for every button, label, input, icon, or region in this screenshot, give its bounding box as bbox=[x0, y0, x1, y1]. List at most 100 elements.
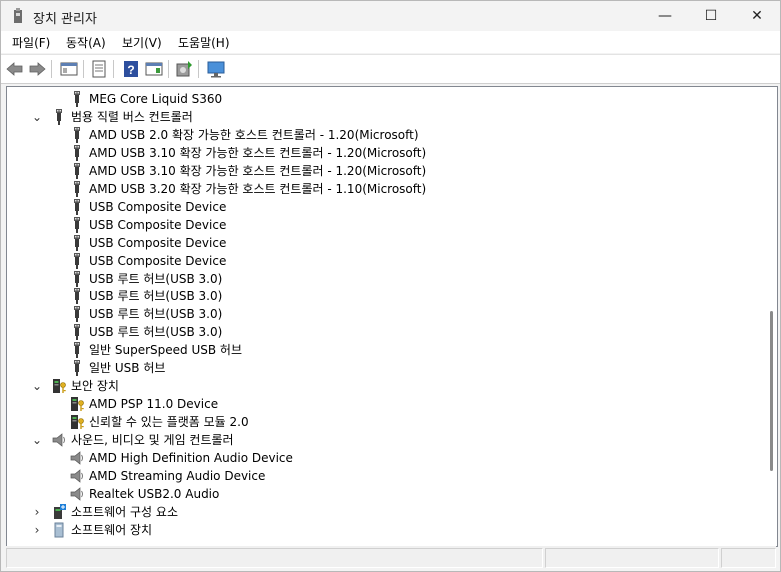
maximize-button[interactable]: ☐ bbox=[688, 1, 734, 31]
menu-action[interactable]: 동작(A) bbox=[66, 34, 106, 51]
menu-file[interactable]: 파일(F) bbox=[12, 34, 50, 51]
toolbar-separator bbox=[198, 60, 199, 78]
usb-icon bbox=[69, 360, 85, 377]
usb-icon bbox=[69, 144, 85, 161]
tree-item-label: 범용 직렬 버스 컨트롤러 bbox=[71, 109, 193, 124]
tree-item-label: USB 루트 허브(USB 3.0) bbox=[89, 289, 223, 304]
scrollbar-thumb[interactable] bbox=[770, 311, 773, 471]
software-device-icon bbox=[51, 522, 67, 538]
tree-item-label: USB Composite Device bbox=[89, 235, 227, 250]
tree-item-label: 소프트웨어 장치 bbox=[71, 522, 153, 537]
tree-item-label: 소프트웨어 구성 요소 bbox=[71, 504, 178, 519]
usb-icon bbox=[69, 234, 85, 251]
tree-item-label: AMD PSP 11.0 Device bbox=[89, 397, 219, 412]
tree-item[interactable]: USB 루트 허브(USB 3.0) bbox=[7, 287, 762, 305]
tree-item-label: AMD Streaming Audio Device bbox=[89, 468, 266, 483]
tree-item[interactable]: MEG Core Liquid S360 bbox=[7, 90, 762, 108]
tree-item[interactable]: AMD USB 3.10 확장 가능한 호스트 컨트롤러 - 1.20(Micr… bbox=[7, 144, 762, 162]
help-icon[interactable]: ? bbox=[121, 59, 141, 79]
tree-item-label: USB 루트 허브(USB 3.0) bbox=[89, 325, 223, 340]
expand-chevron-icon[interactable]: › bbox=[31, 523, 43, 537]
status-pane-main bbox=[6, 548, 543, 568]
usb-icon bbox=[69, 91, 85, 107]
toolbar-separator bbox=[113, 60, 114, 78]
security-device-icon bbox=[69, 396, 85, 412]
collapse-chevron-icon[interactable]: ⌄ bbox=[31, 433, 43, 447]
tree-item[interactable]: AMD High Definition Audio Device bbox=[7, 449, 762, 467]
toolbar-separator bbox=[51, 60, 52, 78]
tree-item[interactable]: USB 루트 허브(USB 3.0) bbox=[7, 323, 762, 341]
security-device-icon bbox=[51, 378, 67, 394]
usb-icon bbox=[69, 252, 85, 269]
tree-item-label: 신뢰할 수 있는 플랫폼 모듈 2.0 bbox=[89, 415, 249, 430]
usb-icon bbox=[69, 324, 85, 341]
tree-item-label: USB Composite Device bbox=[89, 199, 227, 214]
vertical-scrollbar[interactable] bbox=[764, 87, 777, 546]
speaker-icon bbox=[51, 432, 67, 448]
speaker-icon bbox=[69, 450, 85, 466]
tree-item[interactable]: USB 루트 허브(USB 3.0) bbox=[7, 270, 762, 288]
window-title: 장치 관리자 bbox=[33, 12, 97, 27]
minimize-button[interactable]: — bbox=[642, 1, 688, 31]
expand-chevron-icon[interactable]: › bbox=[31, 505, 43, 519]
tree-item[interactable]: 일반 USB 허브 bbox=[7, 359, 762, 377]
tree-item[interactable]: USB Composite Device bbox=[7, 198, 762, 216]
usb-icon bbox=[69, 216, 85, 233]
tree-item-label: USB Composite Device bbox=[89, 217, 227, 232]
tree-item-label: AMD USB 3.10 확장 가능한 호스트 컨트롤러 - 1.20(Micr… bbox=[89, 163, 427, 178]
tree-item-label: AMD USB 2.0 확장 가능한 호스트 컨트롤러 - 1.20(Micro… bbox=[89, 127, 419, 142]
back-icon[interactable] bbox=[5, 59, 25, 79]
tree-category[interactable]: ⌄ 사운드, 비디오 및 게임 컨트롤러 bbox=[7, 431, 762, 449]
software-component-icon bbox=[51, 503, 67, 520]
tree-item[interactable]: 신뢰할 수 있는 플랫폼 모듈 2.0 bbox=[7, 413, 762, 431]
tree-item[interactable]: AMD USB 3.10 확장 가능한 호스트 컨트롤러 - 1.20(Micr… bbox=[7, 162, 762, 180]
menu-help[interactable]: 도움말(H) bbox=[178, 34, 230, 51]
device-manager-app-icon bbox=[14, 8, 22, 23]
tree-item-label: AMD USB 3.20 확장 가능한 호스트 컨트롤러 - 1.10(Micr… bbox=[89, 181, 427, 196]
tree-item[interactable]: Realtek USB2.0 Audio bbox=[7, 485, 762, 503]
menu-view[interactable]: 보기(V) bbox=[122, 34, 162, 51]
tree-item-label: 사운드, 비디오 및 게임 컨트롤러 bbox=[71, 433, 234, 448]
properties-icon[interactable] bbox=[89, 59, 109, 79]
tree-category[interactable]: › 소프트웨어 장치 bbox=[7, 521, 762, 539]
tree-item[interactable]: AMD USB 2.0 확장 가능한 호스트 컨트롤러 - 1.20(Micro… bbox=[7, 126, 762, 144]
device-tree-pane: MEG Core Liquid S360 ⌄ 범용 직렬 버스 컨트롤러 AMD US… bbox=[6, 86, 778, 547]
tree-item[interactable]: AMD Streaming Audio Device bbox=[7, 467, 762, 485]
usb-icon bbox=[69, 342, 85, 359]
tree-item[interactable]: 일반 SuperSpeed USB 허브 bbox=[7, 341, 762, 359]
usb-icon bbox=[69, 180, 85, 197]
tree-category[interactable]: ⌄ 범용 직렬 버스 컨트롤러 bbox=[7, 108, 762, 126]
toolbar: ? bbox=[1, 54, 780, 84]
usb-icon bbox=[69, 306, 85, 323]
usb-icon bbox=[69, 198, 85, 215]
tree-item[interactable]: AMD PSP 11.0 Device bbox=[7, 395, 762, 413]
security-device-icon bbox=[69, 414, 85, 430]
tree-item-label: AMD USB 3.10 확장 가능한 호스트 컨트롤러 - 1.20(Micr… bbox=[89, 145, 427, 160]
tree-item[interactable]: AMD USB 3.20 확장 가능한 호스트 컨트롤러 - 1.10(Micr… bbox=[7, 180, 762, 198]
collapse-chevron-icon[interactable]: ⌄ bbox=[31, 110, 43, 124]
toolbar-separator bbox=[168, 60, 169, 78]
tree-item[interactable]: USB Composite Device bbox=[7, 216, 762, 234]
device-manager-window: 장치 관리자 — ☐ ✕ 파일(F) 동작(A) 보기(V) 도움말(H) ? … bbox=[0, 0, 781, 572]
title-bar: 장치 관리자 — ☐ ✕ bbox=[1, 1, 780, 31]
forward-icon[interactable] bbox=[27, 59, 47, 79]
tree-item[interactable]: USB Composite Device bbox=[7, 252, 762, 270]
tree-item-label: AMD High Definition Audio Device bbox=[89, 451, 293, 465]
show-hide-console-tree-icon[interactable] bbox=[59, 59, 79, 79]
usb-icon bbox=[69, 126, 85, 143]
close-button[interactable]: ✕ bbox=[734, 1, 780, 31]
tree-item-label: MEG Core Liquid S360 bbox=[89, 92, 223, 106]
monitor-scan-icon[interactable] bbox=[206, 59, 226, 79]
tree-item-label: 일반 SuperSpeed USB 허브 bbox=[89, 343, 243, 358]
tree-item-label: USB 루트 허브(USB 3.0) bbox=[89, 307, 223, 322]
tree-category[interactable]: › 소프트웨어 구성 요소 bbox=[7, 503, 762, 521]
tree-item[interactable]: USB Composite Device bbox=[7, 234, 762, 252]
speaker-icon bbox=[69, 468, 85, 484]
update-driver-icon[interactable] bbox=[174, 59, 194, 79]
action-pane-icon[interactable] bbox=[144, 59, 164, 79]
usb-icon bbox=[69, 162, 85, 179]
toolbar-separator bbox=[83, 60, 84, 78]
collapse-chevron-icon[interactable]: ⌄ bbox=[31, 379, 43, 393]
tree-item[interactable]: USB 루트 허브(USB 3.0) bbox=[7, 305, 762, 323]
tree-category[interactable]: ⌄ 보안 장치 bbox=[7, 377, 762, 395]
